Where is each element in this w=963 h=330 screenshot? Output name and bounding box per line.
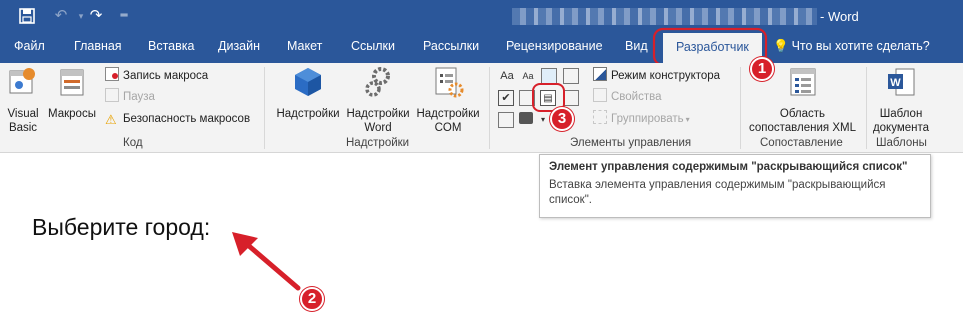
addins-cube-icon [295,68,321,96]
mapping-group-label: Сопоставление [760,137,843,149]
red-arrow-icon [232,232,301,291]
customize-qat-icon[interactable]: ═ [113,5,135,27]
visual-basic-button[interactable]: Visual Basic [4,65,42,135]
tell-me-search[interactable]: 💡 Что вы хотите сделать? [773,39,930,54]
tooltip: Элемент управления содержимым "раскрываю… [539,154,931,218]
repeating-section-control-icon[interactable] [498,112,514,128]
pause-label: Пауза [123,91,155,103]
document-template-label: Шаблон документа [872,108,930,134]
design-mode-icon [593,67,607,81]
tab-mailings[interactable]: Рассылки [423,39,479,53]
tab-layout[interactable]: Макет [287,39,322,53]
title-bar: ↶ ▾ ↷ ═ - Word [0,0,963,33]
tab-insert[interactable]: Вставка [148,39,194,53]
record-macro-icon [105,67,119,81]
word-template-icon: W [888,68,915,96]
properties-button: Свойства [593,88,662,106]
templates-group-label: Шаблоны [876,137,927,149]
com-addins-icon [435,67,464,98]
group-separator [866,67,867,149]
svg-text:W: W [890,77,901,89]
ribbon-tabs: Файл Главная Вставка Дизайн Макет Ссылки… [0,33,963,63]
save-icon[interactable] [16,5,38,27]
word-addins-label: Надстройки Word [346,108,410,134]
ribbon: Visual Basic Макросы Запись макроса Пауз… [0,63,963,153]
addins-button[interactable]: Надстройки [272,65,344,121]
document-text[interactable]: Выберите город: [32,214,210,241]
properties-icon [593,88,607,102]
tab-file[interactable]: Файл [14,39,45,53]
gear-icon [365,67,390,97]
tab-references[interactable]: Ссылки [351,39,395,53]
pause-button: Пауза [105,88,155,106]
record-macro-label: Запись макроса [123,70,209,82]
design-mode-label: Режим конструктора [611,70,721,82]
blurred-document-name [512,8,817,25]
chevron-down-icon: ▾ [685,115,690,124]
word-addins-button[interactable]: Надстройки Word [342,65,414,135]
visual-basic-icon [9,68,35,94]
annotation-badge-2: 2 [300,287,324,311]
tell-me-label: Что вы хотите сделать? [791,39,930,53]
annotation-badge-3: 3 [550,107,574,131]
pause-icon [105,88,119,102]
macros-icon [60,69,84,96]
controls-group-label: Элементы управления [570,137,692,149]
macros-label: Макросы [48,108,96,120]
macro-security-label: Безопасность макросов [123,113,251,125]
code-group-label: Код [123,137,143,149]
tooltip-body: Вставка элемента управления содержимым "… [549,179,886,206]
addins-group-label: Надстройки [346,137,410,149]
group-button: Группировать ▾ [593,110,690,128]
record-macro-button[interactable]: Запись макроса [105,67,208,85]
group-separator [264,67,265,149]
design-mode-button[interactable]: Режим конструктора [593,67,720,85]
properties-label: Свойства [611,91,662,103]
document-template-button[interactable]: W Шаблон документа [868,65,934,135]
com-addins-button[interactable]: Надстройки COM [412,65,484,135]
tab-view[interactable]: Вид [625,39,648,53]
checkbox-control-icon[interactable]: ✔ [498,90,514,106]
group-label: Группировать [611,113,684,125]
tab-design[interactable]: Дизайн [218,39,260,53]
undo-icon[interactable]: ↶ [50,5,72,27]
lightbulb-icon: 💡 [773,39,789,53]
tab-home[interactable]: Главная [74,39,122,53]
tab-review[interactable]: Рецензирование [506,39,603,53]
tooltip-title: Элемент управления содержимым "раскрываю… [549,161,908,173]
com-addins-label: Надстройки COM [416,108,480,134]
group-separator [740,67,741,149]
annotation-badge-1: 1 [750,57,774,81]
macros-button[interactable]: Макросы [46,65,98,121]
macro-security-button[interactable]: ⚠ Безопасность макросов [105,110,250,128]
group-icon [593,110,607,124]
warning-icon: ⚠ [105,112,117,127]
rich-text-control-icon[interactable]: Aa [497,68,517,84]
legacy-tools-dropdown-icon[interactable]: ▾ [535,112,551,128]
xml-mapping-icon [790,68,815,96]
group-separator [489,67,490,149]
window-title: - Word [820,9,859,24]
visual-basic-label: Visual Basic [7,108,39,134]
addins-label: Надстройки [276,108,340,120]
xml-mapping-label: Область сопоставления XML [749,108,856,134]
redo-icon[interactable]: ↷ [85,5,107,27]
